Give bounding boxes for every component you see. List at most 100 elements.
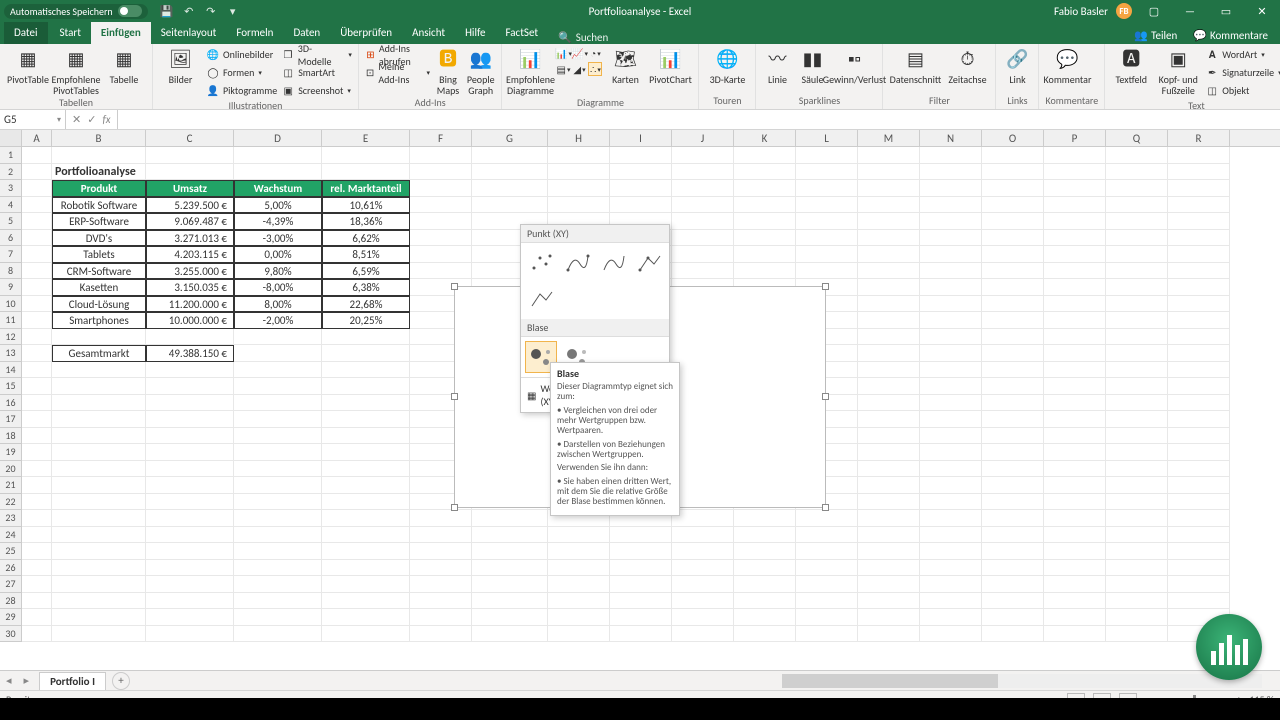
- cell[interactable]: -8,00%: [234, 279, 322, 296]
- cell[interactable]: [22, 593, 52, 610]
- cell[interactable]: [1044, 230, 1106, 247]
- column-header[interactable]: F: [410, 130, 472, 146]
- sheet-nav-next[interactable]: ▸: [18, 674, 36, 687]
- cell[interactable]: [322, 147, 410, 164]
- cell[interactable]: [1044, 609, 1106, 626]
- cell[interactable]: [1044, 180, 1106, 197]
- cell[interactable]: [410, 213, 472, 230]
- cell[interactable]: [1106, 477, 1168, 494]
- sparkline-winloss-button[interactable]: ▪▫Gewinn/Verlust: [832, 46, 876, 85]
- cell[interactable]: [858, 263, 920, 280]
- cell[interactable]: [410, 543, 472, 560]
- cell[interactable]: [796, 609, 858, 626]
- cell[interactable]: [52, 378, 146, 395]
- resize-handle[interactable]: [822, 283, 829, 290]
- cell[interactable]: [734, 510, 796, 527]
- cell[interactable]: [1044, 428, 1106, 445]
- line-chart-icon[interactable]: 📈▾: [572, 46, 586, 60]
- cell[interactable]: [548, 164, 610, 181]
- cell[interactable]: [234, 527, 322, 544]
- cell[interactable]: [472, 593, 548, 610]
- cell[interactable]: [1044, 329, 1106, 346]
- cell[interactable]: [1168, 576, 1230, 593]
- table-button[interactable]: ▦Tabelle: [102, 46, 146, 85]
- cell[interactable]: [52, 444, 146, 461]
- cell[interactable]: [858, 279, 920, 296]
- cell[interactable]: [672, 527, 734, 544]
- cell[interactable]: [734, 197, 796, 214]
- cell[interactable]: [858, 180, 920, 197]
- pivotchart-button[interactable]: 📊PivotChart: [648, 46, 692, 85]
- cell[interactable]: [52, 510, 146, 527]
- cell[interactable]: [1044, 395, 1106, 412]
- cell[interactable]: [982, 494, 1044, 511]
- column-chart-icon[interactable]: 📊▾: [556, 46, 570, 60]
- resize-handle[interactable]: [451, 393, 458, 400]
- cell[interactable]: [1106, 527, 1168, 544]
- cell[interactable]: [472, 527, 548, 544]
- cell[interactable]: 10.000.000 €: [146, 312, 234, 329]
- scatter-straight-lines-option[interactable]: [525, 283, 557, 315]
- cell[interactable]: [146, 395, 234, 412]
- cell[interactable]: [858, 362, 920, 379]
- cell[interactable]: [734, 164, 796, 181]
- name-box[interactable]: G5▾: [0, 110, 66, 129]
- cell[interactable]: [858, 329, 920, 346]
- cell[interactable]: [1044, 593, 1106, 610]
- cell[interactable]: [1168, 395, 1230, 412]
- row-header[interactable]: 1: [0, 147, 22, 164]
- row-header[interactable]: 21: [0, 477, 22, 494]
- cell[interactable]: [734, 576, 796, 593]
- cell[interactable]: [22, 312, 52, 329]
- cell[interactable]: [1106, 246, 1168, 263]
- accept-formula-icon[interactable]: ✓: [87, 113, 96, 126]
- cell[interactable]: [322, 626, 410, 643]
- cell[interactable]: [52, 147, 146, 164]
- cell[interactable]: [1106, 296, 1168, 313]
- cell[interactable]: [22, 543, 52, 560]
- cell[interactable]: [234, 576, 322, 593]
- cell[interactable]: [410, 246, 472, 263]
- pictures-button[interactable]: 🖼Bilder: [159, 46, 202, 85]
- cell[interactable]: [610, 576, 672, 593]
- cell[interactable]: [982, 296, 1044, 313]
- cell[interactable]: [52, 428, 146, 445]
- cell[interactable]: [1044, 362, 1106, 379]
- cell[interactable]: [1168, 329, 1230, 346]
- cell[interactable]: [22, 279, 52, 296]
- row-header[interactable]: 10: [0, 296, 22, 313]
- row-header[interactable]: 23: [0, 510, 22, 527]
- row-header[interactable]: 17: [0, 411, 22, 428]
- cell[interactable]: [1044, 560, 1106, 577]
- cell[interactable]: [22, 213, 52, 230]
- row-header[interactable]: 2: [0, 164, 22, 181]
- cell[interactable]: [734, 626, 796, 643]
- cell[interactable]: [1044, 296, 1106, 313]
- cell[interactable]: [610, 527, 672, 544]
- cell[interactable]: [1044, 263, 1106, 280]
- column-header[interactable]: P: [1044, 130, 1106, 146]
- column-header[interactable]: K: [734, 130, 796, 146]
- cell[interactable]: [982, 246, 1044, 263]
- cell[interactable]: [52, 527, 146, 544]
- cell[interactable]: Gesamtmarkt: [52, 345, 146, 362]
- cell[interactable]: 9.069.487 €: [146, 213, 234, 230]
- cell[interactable]: -4,39%: [234, 213, 322, 230]
- cell[interactable]: [982, 593, 1044, 610]
- column-header[interactable]: Q: [1106, 130, 1168, 146]
- cell[interactable]: [1106, 312, 1168, 329]
- cell[interactable]: [672, 230, 734, 247]
- cell[interactable]: [22, 444, 52, 461]
- cell[interactable]: [1044, 197, 1106, 214]
- share-button[interactable]: 👥Teilen: [1128, 27, 1183, 44]
- cell[interactable]: [322, 411, 410, 428]
- cell[interactable]: [672, 560, 734, 577]
- cell[interactable]: [22, 164, 52, 181]
- cell[interactable]: [22, 428, 52, 445]
- cell[interactable]: [920, 279, 982, 296]
- cell[interactable]: [982, 230, 1044, 247]
- cell[interactable]: [982, 164, 1044, 181]
- cell[interactable]: 6,38%: [322, 279, 410, 296]
- cell[interactable]: [322, 527, 410, 544]
- cell[interactable]: [1168, 477, 1230, 494]
